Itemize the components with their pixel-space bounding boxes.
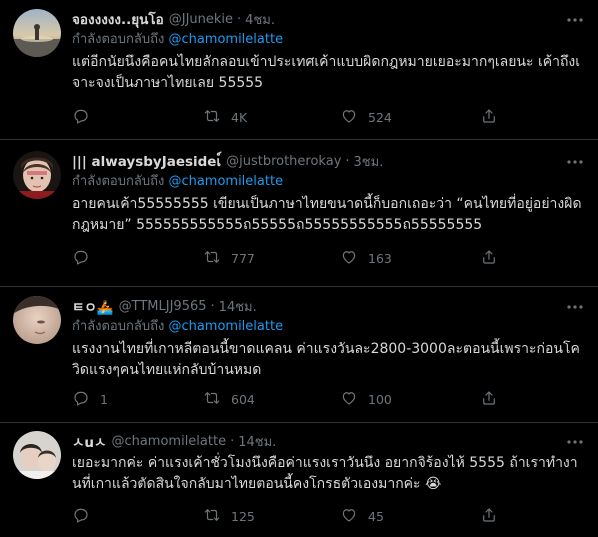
replying-to-label: กำลังตอบกลับถึง — [72, 32, 165, 47]
retweet-count: 777 — [231, 250, 255, 266]
reply-button[interactable] — [72, 107, 100, 128]
user-handle[interactable]: @TTMLJJ9565 — [119, 299, 207, 314]
retweet-icon — [203, 506, 221, 527]
like-button[interactable]: 45 — [340, 506, 384, 527]
heart-icon — [340, 389, 358, 410]
timestamp[interactable]: 3ชม. — [354, 151, 384, 172]
separator-dot: · — [210, 298, 215, 314]
timestamp[interactable]: 4ชม. — [245, 9, 275, 30]
heart-icon — [340, 506, 358, 527]
share-button[interactable] — [480, 107, 498, 128]
reply-button[interactable]: 1 — [72, 389, 108, 410]
share-button[interactable] — [480, 389, 498, 410]
heart-icon — [340, 107, 358, 128]
reply-icon — [72, 389, 90, 410]
like-count: 524 — [368, 109, 392, 125]
avatar[interactable] — [13, 9, 61, 57]
mention-link[interactable]: @chamomilelatte — [168, 174, 283, 189]
tweet-actions: 777 163 — [72, 248, 532, 268]
retweet-button[interactable]: 777 — [203, 248, 255, 269]
replying-to: กำลังตอบกลับถึง @chamomilelatte — [72, 30, 584, 50]
like-count: 100 — [368, 391, 392, 407]
share-icon — [480, 506, 498, 527]
like-button[interactable]: 100 — [340, 389, 392, 410]
more-options-icon[interactable] — [566, 434, 584, 448]
retweet-button[interactable]: 4K — [203, 107, 247, 128]
mention-link[interactable]: @chamomilelatte — [168, 319, 283, 334]
retweet-count: 604 — [231, 391, 255, 407]
tweet[interactable]: ㅅuㅅ @chamomilelatte · 14ชม. เยอะมากค่ะ ค… — [0, 423, 598, 537]
retweet-button[interactable]: 125 — [203, 506, 255, 527]
replying-to-label: กำลังตอบกลับถึง — [72, 174, 165, 189]
share-button[interactable] — [480, 506, 498, 527]
display-name[interactable]: ㅌㅇ🚣 — [72, 296, 114, 316]
like-count: 163 — [368, 250, 392, 266]
like-button[interactable]: 163 — [340, 248, 392, 269]
share-icon — [480, 248, 498, 269]
replying-to-label: กำลังตอบกลับถึง — [72, 319, 165, 334]
retweet-icon — [203, 389, 221, 410]
avatar[interactable] — [13, 151, 61, 199]
replying-to: กำลังตอบกลับถึง @chamomilelatte — [72, 172, 584, 192]
user-handle[interactable]: @justbrotherokay — [226, 154, 341, 169]
retweet-count: 125 — [231, 508, 255, 524]
timestamp[interactable]: 14ชม. — [219, 296, 257, 317]
reply-icon — [72, 248, 90, 269]
tweet[interactable]: ||| alwaysbyJaesideเ์ @justbrotherokay ·… — [0, 140, 598, 287]
retweet-button[interactable]: 604 — [203, 389, 255, 410]
tweet[interactable]: ㅌㅇ🚣 @TTMLJJ9565 · 14ชม. กำลังตอบกลับถึง … — [0, 287, 598, 423]
heart-icon — [340, 248, 358, 269]
reply-button[interactable] — [72, 248, 100, 269]
separator-dot: · — [345, 153, 350, 169]
retweet-icon — [203, 107, 221, 128]
separator-dot: · — [230, 433, 235, 449]
retweet-icon — [203, 248, 221, 269]
tweet-text: เยอะมากค่ะ ค่าแรงเค้าชั่วโมงนึงคือค่าแรง… — [72, 455, 578, 492]
tweet-text: อายคนเค้า55555555 เขียนเป็นภาษาไทยขนาดนี… — [72, 196, 582, 233]
more-options-icon[interactable] — [566, 12, 584, 26]
tweet-text: แต่อีกนัยนึงคือคนไทยลักลอบเข้าประเทศเค้า… — [72, 54, 581, 91]
avatar[interactable] — [13, 431, 61, 479]
reply-count: 1 — [100, 391, 108, 407]
separator-dot: · — [237, 11, 242, 27]
reply-thread: จองงงงง..ยุนโอ @JJunekie · 4ชม. กำลังตอบ… — [0, 0, 598, 537]
replying-to: กำลังตอบกลับถึง @chamomilelatte — [72, 317, 584, 337]
reply-icon — [72, 107, 90, 128]
like-count: 45 — [368, 508, 384, 524]
reply-button[interactable] — [72, 506, 100, 527]
reply-icon — [72, 506, 90, 527]
display-name[interactable]: ㅅuㅅ — [72, 431, 106, 451]
tweet[interactable]: จองงงงง..ยุนโอ @JJunekie · 4ชม. กำลังตอบ… — [0, 0, 598, 140]
more-options-icon[interactable] — [566, 154, 584, 168]
display-name[interactable]: จองงงงง..ยุนโอ — [72, 8, 164, 30]
share-icon — [480, 107, 498, 128]
share-button[interactable] — [480, 248, 498, 269]
user-handle[interactable]: @JJunekie — [169, 12, 233, 27]
display-name[interactable]: ||| alwaysbyJaesideเ์ — [72, 150, 221, 172]
mention-link[interactable]: @chamomilelatte — [168, 32, 283, 47]
tweet-actions: 4K 524 — [72, 107, 532, 127]
timestamp[interactable]: 14ชม. — [238, 431, 276, 452]
retweet-count: 4K — [231, 109, 248, 125]
avatar[interactable] — [13, 296, 61, 344]
user-handle[interactable]: @chamomilelatte — [111, 434, 226, 449]
more-options-icon[interactable] — [566, 299, 584, 313]
tweet-text: แรงงานไทยที่เกาหลีตอนนี้ขาดแคลน ค่าแรงวั… — [72, 341, 580, 378]
like-button[interactable]: 524 — [340, 107, 392, 128]
share-icon — [480, 389, 498, 410]
tweet-actions: 1 604 100 — [72, 389, 532, 409]
tweet-actions: 125 45 — [72, 506, 532, 526]
